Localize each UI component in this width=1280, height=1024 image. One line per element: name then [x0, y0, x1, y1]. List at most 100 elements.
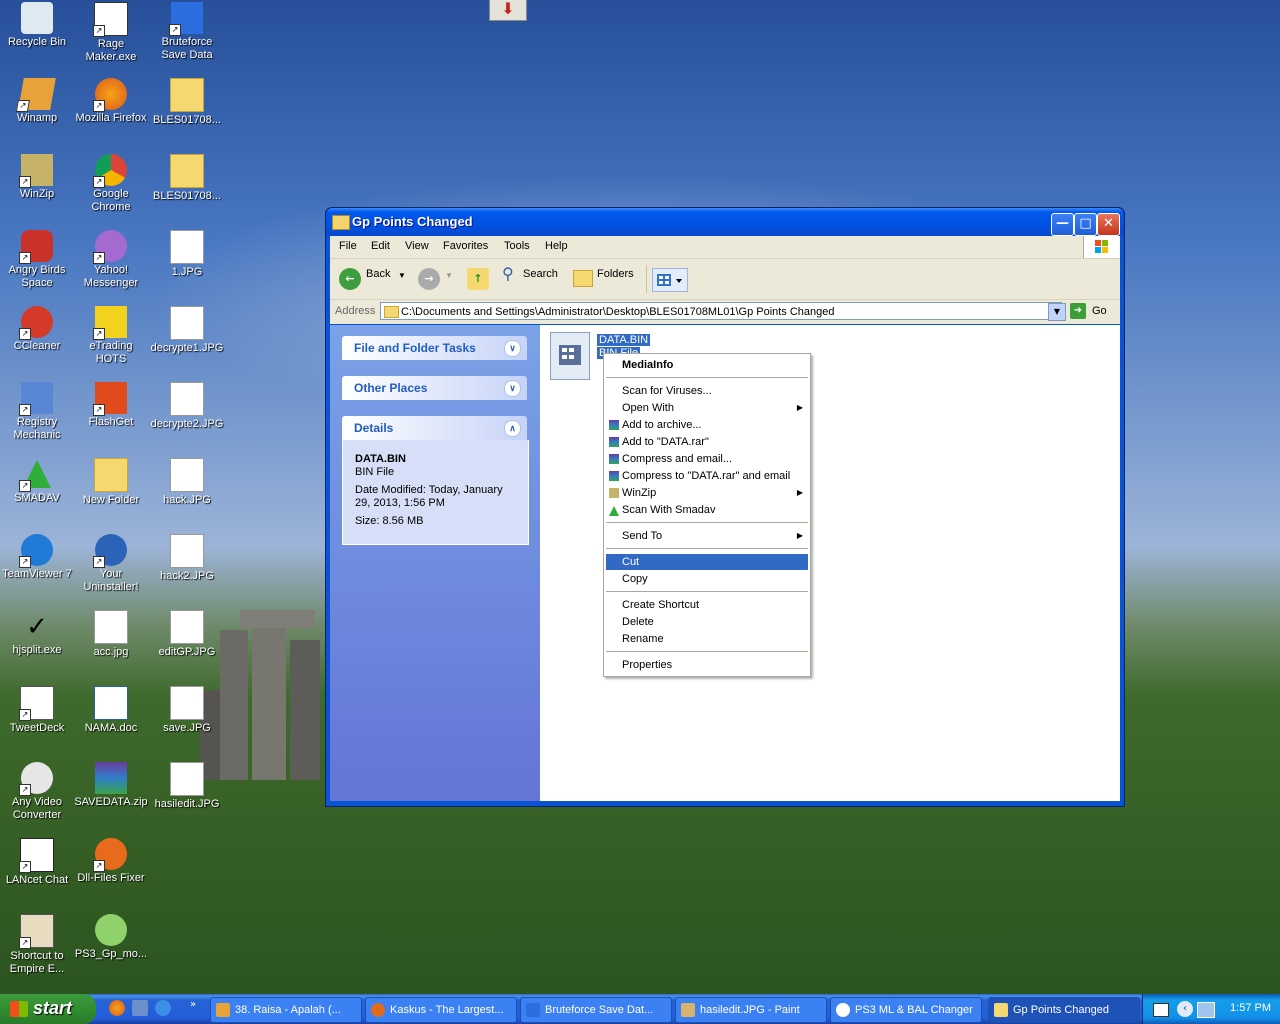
desktop-icon-your-uninstaller[interactable]: ↗ Your Uninstaller! [74, 534, 148, 594]
network-icon[interactable] [1197, 1002, 1215, 1018]
desktop-icon-editgp-jpg[interactable]: editGP.JPG [150, 610, 224, 659]
go-button[interactable]: ➜ Go [1070, 303, 1116, 321]
desktop-icon-recycle-bin[interactable]: Recycle Bin [0, 2, 74, 49]
desktop-icon-smadav[interactable]: ↗ SMADAV [0, 458, 74, 505]
ctx-copy[interactable]: Copy [606, 571, 808, 587]
ctx-mediainfo[interactable]: MediaInfo [606, 357, 808, 373]
desktop-icon-winamp[interactable]: ↗ Winamp [0, 78, 74, 125]
ctx-rename[interactable]: Rename [606, 631, 808, 647]
search-button[interactable]: Search [523, 268, 558, 280]
desktop-icon-winzip[interactable]: ↗ WinZip [0, 154, 74, 201]
folders-button[interactable]: Folders [597, 268, 634, 280]
firefox-icon[interactable] [109, 1000, 125, 1016]
desktop-icon[interactable] [132, 1000, 148, 1016]
task-ps3-changer[interactable]: PS3 ML & BAL Changer [830, 997, 982, 1023]
chevron-down-icon[interactable]: ∨ [504, 340, 521, 357]
desktop-icon-hasiledit-jpg[interactable]: hasiledit.JPG [150, 762, 224, 811]
desktop-icon-nama-doc[interactable]: NAMA.doc [74, 686, 148, 735]
desktop-icon-any-video-converter[interactable]: ↗ Any Video Converter [0, 762, 74, 822]
ctx-cut[interactable]: Cut [606, 554, 808, 570]
desktop-icon-chrome[interactable]: ↗ Google Chrome [74, 154, 148, 214]
back-arrow-icon[interactable]: ← [339, 268, 361, 290]
ctx-properties[interactable]: Properties [606, 657, 808, 673]
desktop-icon-tweetdeck[interactable]: ↗ TweetDeck [0, 686, 74, 735]
file-name-label[interactable]: DATA.BIN [597, 334, 651, 346]
start-button[interactable]: start [0, 994, 96, 1024]
ctx-delete[interactable]: Delete [606, 614, 808, 630]
desktop-icon-firefox[interactable]: ↗ Mozilla Firefox [74, 78, 148, 125]
task-kaskus[interactable]: Kaskus - The Largest... [365, 997, 517, 1023]
desktop-icon-teamviewer[interactable]: ↗ TeamViewer 7 [0, 534, 74, 581]
desktop-icon-savedata-zip[interactable]: SAVEDATA.zip [74, 762, 148, 809]
menu-view[interactable]: View [405, 240, 429, 252]
task-paint[interactable]: hasiledit.JPG - Paint [675, 997, 827, 1023]
desktop-icon-save-jpg[interactable]: save.JPG [150, 686, 224, 735]
task-gp-points-changed[interactable]: Gp Points Changed [988, 997, 1140, 1023]
desktop-icon-hack2-jpg[interactable]: hack2.JPG [150, 534, 224, 583]
quicklaunch-expand-icon[interactable]: » [190, 999, 196, 1010]
menu-favorites[interactable]: Favorites [443, 240, 488, 252]
file-folder-tasks-header[interactable]: File and Folder Tasks ∨ [342, 336, 527, 360]
up-folder-icon[interactable]: ↑ [467, 268, 489, 290]
desktop-icon-1-jpg[interactable]: 1.JPG [150, 230, 224, 279]
forward-arrow-icon[interactable]: → [418, 268, 440, 290]
desktop-icon-etrading[interactable]: ↗ eTrading HOTS [74, 306, 148, 366]
desktop-icon-empire-earth[interactable]: ↗ Shortcut to Empire E... [0, 914, 74, 976]
menu-tools[interactable]: Tools [504, 240, 530, 252]
ctx-winzip[interactable]: WinZip ▶ [606, 485, 808, 501]
task-winamp[interactable]: 38. Raisa - Apalah (... [210, 997, 362, 1023]
desktop-icon-angry-birds[interactable]: ↗ Angry Birds Space [0, 230, 74, 290]
forward-dropdown-icon[interactable]: ▼ [445, 271, 453, 280]
address-input[interactable]: C:\Documents and Settings\Administrator\… [380, 302, 1062, 320]
bin-file-icon[interactable] [550, 332, 590, 380]
minimize-button[interactable]: — [1051, 213, 1074, 236]
views-button[interactable] [652, 268, 688, 292]
ctx-compress-email[interactable]: Compress and email... [606, 451, 808, 467]
ctx-create-shortcut[interactable]: Create Shortcut [606, 597, 808, 613]
window-titlebar[interactable]: Gp Points Changed — □ ✕ [326, 208, 1124, 236]
desktop-icon-flashget[interactable]: ↗ FlashGet [74, 382, 148, 429]
menu-help[interactable]: Help [545, 240, 568, 252]
ctx-open-with[interactable]: Open With ▶ [606, 400, 808, 416]
desktop-icon-dll-files-fixer[interactable]: ↗ Dll-Files Fixer [74, 838, 148, 885]
desktop-icon-bles-folder-2[interactable]: BLES01708... [150, 154, 224, 203]
ctx-scan-smadav[interactable]: Scan With Smadav [606, 502, 808, 518]
desktop-icon-ps3-gp-mod[interactable]: PS3_Gp_mo... [74, 914, 148, 961]
desktop-icon-hjsplit[interactable]: ✓ hjsplit.exe [0, 610, 74, 657]
ctx-send-to[interactable]: Send To ▶ [606, 528, 808, 544]
desktop-icon-acc-jpg[interactable]: acc.jpg [74, 610, 148, 659]
desktop-icon-yahoo-messenger[interactable]: ↗ Yahoo! Messenger [74, 230, 148, 290]
desktop-icon-decrypte2[interactable]: decrypte2.JPG [150, 382, 224, 431]
download-arrow-icon[interactable]: ⬇ [489, 0, 527, 21]
task-bruteforce[interactable]: Bruteforce Save Dat... [520, 997, 672, 1023]
desktop-icon-lancet-chat[interactable]: ↗ LANcet Chat [0, 838, 74, 887]
address-dropdown-icon[interactable]: ▼ [1048, 303, 1066, 321]
internet-explorer-icon[interactable] [155, 1000, 171, 1016]
details-header[interactable]: Details ∧ [342, 416, 527, 440]
other-places-header[interactable]: Other Places ∨ [342, 376, 527, 400]
keyboard-icon[interactable] [1153, 1003, 1169, 1017]
desktop-icon-decrypte1[interactable]: decrypte1.JPG [150, 306, 224, 355]
ctx-compress-data-rar-email[interactable]: Compress to "DATA.rar" and email [606, 468, 808, 484]
clock[interactable]: 1:57 PM [1230, 1002, 1271, 1014]
chevron-left-icon[interactable]: ‹ [1177, 1001, 1193, 1017]
chevron-down-icon[interactable]: ∨ [504, 380, 521, 397]
ctx-scan-viruses[interactable]: Scan for Viruses... [606, 383, 808, 399]
chevron-up-icon[interactable]: ∧ [504, 420, 521, 437]
ctx-add-to-data-rar[interactable]: Add to "DATA.rar" [606, 434, 808, 450]
desktop-icon-ccleaner[interactable]: ↗ CCleaner [0, 306, 74, 353]
back-button[interactable]: Back [366, 268, 390, 280]
desktop-icon-hack-jpg[interactable]: hack.JPG [150, 458, 224, 507]
back-dropdown-icon[interactable]: ▼ [398, 271, 406, 280]
maximize-button[interactable]: □ [1074, 213, 1097, 236]
desktop-icon-bles-folder-1[interactable]: BLES01708... [150, 78, 224, 127]
ctx-add-to-archive[interactable]: Add to archive... [606, 417, 808, 433]
desktop-icon-registry-mechanic[interactable]: ↗ Registry Mechanic [0, 382, 74, 442]
menu-edit[interactable]: Edit [371, 240, 390, 252]
desktop-icon-rage-maker[interactable]: ↗ Rage Maker.exe [74, 2, 148, 64]
address-bar: Address C:\Documents and Settings\Admini… [330, 300, 1120, 324]
desktop-icon-bruteforce[interactable]: ↗ Bruteforce Save Data [150, 2, 224, 62]
desktop-icon-new-folder[interactable]: New Folder [74, 458, 148, 507]
menu-file[interactable]: File [339, 240, 357, 252]
close-button[interactable]: ✕ [1097, 213, 1120, 236]
